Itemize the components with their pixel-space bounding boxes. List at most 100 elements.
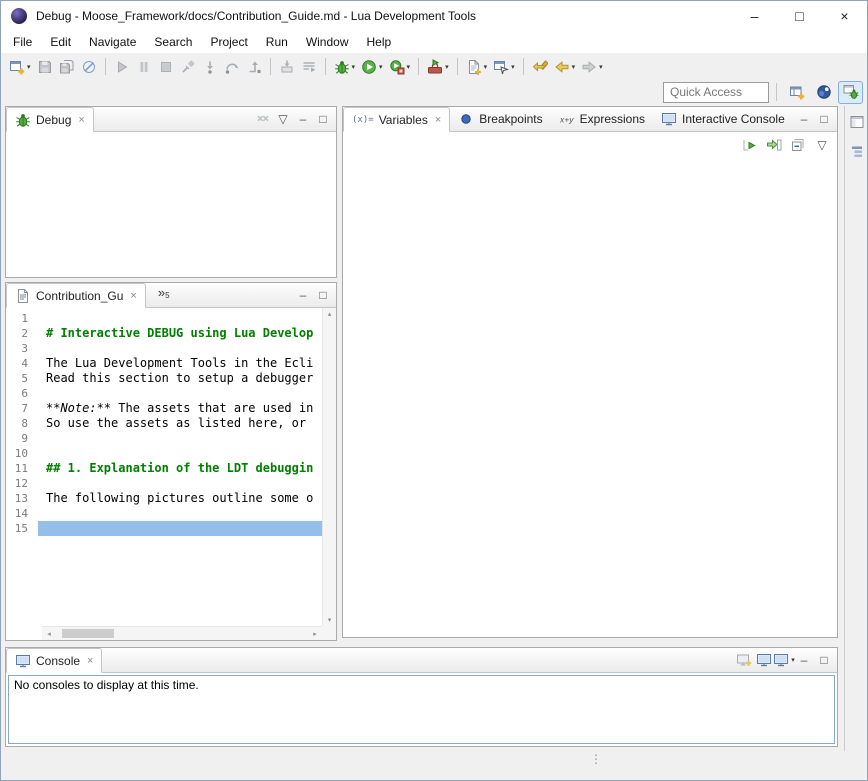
- tab-breakpoints[interactable]: Breakpoints: [450, 107, 550, 131]
- line-number[interactable]: 2: [6, 326, 38, 341]
- menu-file[interactable]: File: [4, 32, 41, 52]
- menu-project[interactable]: Project: [201, 32, 256, 52]
- tab-variables[interactable]: (x)=Variables×: [343, 107, 450, 132]
- tab-contribution-guide[interactable]: Contribution_Gu×: [6, 283, 146, 308]
- line-number[interactable]: 3: [6, 341, 38, 356]
- quick-access-input[interactable]: [663, 82, 769, 103]
- sash-handle[interactable]: ⋮: [590, 753, 602, 765]
- run-history-button[interactable]: ▾: [387, 56, 413, 78]
- line-number[interactable]: 15: [6, 521, 38, 536]
- menu-navigate[interactable]: Navigate: [80, 32, 145, 52]
- menu-search[interactable]: Search: [145, 32, 201, 52]
- editor-horizontal-scrollbar[interactable]: ◂ ▸: [42, 626, 322, 640]
- line-number[interactable]: 13: [6, 491, 38, 506]
- line-number[interactable]: 4: [6, 356, 38, 371]
- debug-perspective-button[interactable]: [838, 81, 863, 104]
- step-into-button[interactable]: [200, 56, 220, 78]
- tab-debug[interactable]: Debug×: [6, 107, 94, 132]
- minimize-view-button[interactable]: –: [293, 285, 313, 305]
- show-type-names-button[interactable]: [740, 135, 760, 155]
- resume-button[interactable]: [112, 56, 132, 78]
- drop-to-frame-button[interactable]: [277, 56, 297, 78]
- new-button[interactable]: ▾: [7, 56, 33, 78]
- open-console-button[interactable]: [734, 650, 754, 670]
- display-selected-console-button[interactable]: [754, 650, 774, 670]
- minimized-outline-view-button[interactable]: [847, 142, 867, 162]
- close-tab-icon[interactable]: ×: [87, 655, 93, 667]
- back-button[interactable]: ▾: [552, 56, 578, 78]
- maximize-view-button[interactable]: □: [313, 109, 333, 129]
- terminate-button[interactable]: [156, 56, 176, 78]
- save-all-button[interactable]: [57, 56, 77, 78]
- suspend-button[interactable]: [134, 56, 154, 78]
- save-button[interactable]: [35, 56, 55, 78]
- line-number[interactable]: 5: [6, 371, 38, 386]
- editor-text-area[interactable]: 12# Interactive DEBUG using Lua Develop3…: [6, 308, 336, 640]
- back-dropdown-arrow[interactable]: ▾: [572, 63, 576, 71]
- run-button[interactable]: ▾: [359, 56, 385, 78]
- minimize-view-button[interactable]: –: [293, 109, 313, 129]
- use-step-filters-button[interactable]: [299, 56, 319, 78]
- scroll-right-icon[interactable]: ▸: [308, 627, 322, 640]
- line-number[interactable]: 11: [6, 461, 38, 476]
- line-number[interactable]: 12: [6, 476, 38, 491]
- debug-button[interactable]: ▾: [332, 56, 358, 78]
- collapse-all-button[interactable]: [788, 135, 808, 155]
- minimize-view-button[interactable]: –: [794, 109, 814, 129]
- maximize-view-button[interactable]: □: [814, 650, 834, 670]
- line-number[interactable]: 10: [6, 446, 38, 461]
- app-logo-icon[interactable]: [11, 8, 27, 24]
- new-dropdown-arrow[interactable]: ▾: [27, 63, 31, 71]
- last-edit-location-button[interactable]: [530, 56, 550, 78]
- show-logical-structures-button[interactable]: [764, 135, 784, 155]
- tab-expressions[interactable]: x+yExpressions: [551, 107, 653, 131]
- close-tab-icon[interactable]: ×: [435, 114, 441, 126]
- external-tools-button[interactable]: ▾: [425, 56, 451, 78]
- open-console-menu-button[interactable]: ▾: [774, 650, 794, 670]
- step-return-button[interactable]: [244, 56, 264, 78]
- forward-button[interactable]: ▾: [579, 56, 605, 78]
- close-tab-icon[interactable]: ×: [130, 290, 136, 302]
- restore-minimized-view-button[interactable]: [847, 112, 867, 132]
- close-tab-icon[interactable]: ×: [78, 114, 84, 126]
- forward-dropdown-arrow[interactable]: ▾: [599, 63, 603, 71]
- open-element-dropdown-arrow[interactable]: ▾: [511, 63, 515, 71]
- tab-console[interactable]: Console×: [6, 648, 102, 673]
- line-number[interactable]: 14: [6, 506, 38, 521]
- open-element-button[interactable]: ▾: [491, 56, 517, 78]
- horizontal-scrollbar-thumb[interactable]: [62, 629, 114, 638]
- debug-dropdown-arrow[interactable]: ▾: [352, 63, 356, 71]
- maximize-window-button[interactable]: □: [777, 1, 822, 31]
- hidden-editors-chevron[interactable]: »5: [146, 283, 178, 307]
- view-menu-button[interactable]: ▽: [812, 135, 832, 155]
- line-number[interactable]: 9: [6, 431, 38, 446]
- view-menu-button[interactable]: ▽: [273, 109, 293, 129]
- minimize-view-button[interactable]: –: [794, 650, 814, 670]
- remove-all-terminated-button[interactable]: [253, 109, 273, 129]
- maximize-view-button[interactable]: □: [814, 109, 834, 129]
- line-number[interactable]: 8: [6, 416, 38, 431]
- open-perspective-button[interactable]: [784, 81, 809, 104]
- close-window-button[interactable]: ×: [822, 1, 867, 31]
- run-history-dropdown-arrow[interactable]: ▾: [407, 63, 411, 71]
- line-number[interactable]: 1: [6, 311, 38, 326]
- scroll-up-icon[interactable]: ▴: [328, 310, 332, 318]
- menu-edit[interactable]: Edit: [41, 32, 80, 52]
- editor-vertical-scrollbar[interactable]: ▴ ▾: [322, 308, 336, 626]
- maximize-view-button[interactable]: □: [313, 285, 333, 305]
- disconnect-button[interactable]: [178, 56, 198, 78]
- step-over-button[interactable]: [222, 56, 242, 78]
- lua-perspective-button[interactable]: [811, 81, 836, 104]
- menu-window[interactable]: Window: [297, 32, 358, 52]
- new-lua-file-button[interactable]: ▾: [464, 56, 490, 78]
- menu-run[interactable]: Run: [257, 32, 297, 52]
- external-tools-dropdown-arrow[interactable]: ▾: [445, 63, 449, 71]
- scroll-down-icon[interactable]: ▾: [328, 616, 332, 624]
- scroll-left-icon[interactable]: ◂: [42, 627, 56, 640]
- console-output-area[interactable]: No consoles to display at this time.: [8, 675, 835, 744]
- new-lua-file-dropdown-arrow[interactable]: ▾: [484, 63, 488, 71]
- line-number[interactable]: 6: [6, 386, 38, 401]
- skip-all-breakpoints-button[interactable]: [79, 56, 99, 78]
- run-dropdown-arrow[interactable]: ▾: [379, 63, 383, 71]
- line-number[interactable]: 7: [6, 401, 38, 416]
